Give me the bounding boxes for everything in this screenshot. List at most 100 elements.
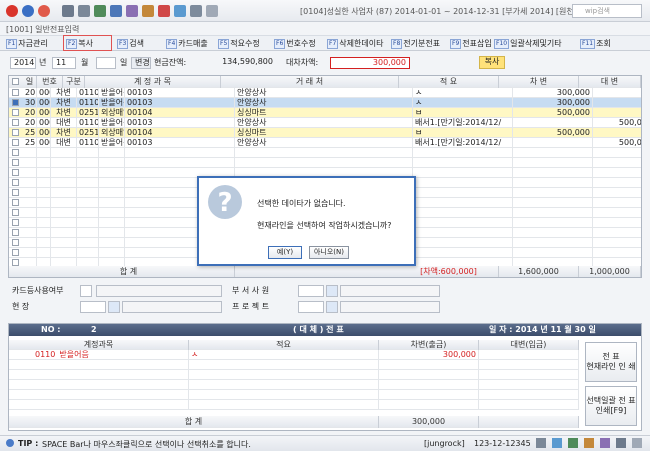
grid-cell-account[interactable]: 받을어음 (99, 88, 125, 98)
grid-cell-empty[interactable] (77, 198, 99, 208)
row-checkbox[interactable] (12, 209, 19, 216)
row-checkbox[interactable] (12, 259, 19, 266)
grid-cell-empty[interactable] (51, 248, 77, 258)
grid-cell-empty[interactable] (23, 238, 37, 248)
row-checkbox[interactable] (12, 199, 19, 206)
row-checkbox[interactable] (12, 149, 19, 156)
grid-cell-day[interactable]: 20 (23, 118, 37, 128)
close-form-icon[interactable] (38, 5, 50, 17)
grid-cell-empty[interactable] (593, 148, 641, 158)
grid-cell-empty[interactable] (51, 158, 77, 168)
grid-cell-empty[interactable] (23, 188, 37, 198)
grid-cell-empty[interactable] (37, 228, 51, 238)
memo-icon[interactable] (600, 438, 610, 448)
grid-cell-no[interactable]: 00001 (37, 118, 51, 128)
grid-cell-empty[interactable] (593, 198, 641, 208)
project-lookup-icon[interactable] (326, 301, 338, 313)
grid-cell-empty[interactable] (593, 208, 641, 218)
grid-cell-empty[interactable] (77, 248, 99, 258)
settings-icon[interactable] (190, 5, 202, 17)
grid-cell-empty[interactable] (77, 158, 99, 168)
grid-cell-empty[interactable] (593, 248, 641, 258)
grid-cell-empty[interactable] (37, 198, 51, 208)
grid-cell-empty[interactable] (37, 188, 51, 198)
table-row[interactable] (9, 158, 641, 168)
grid-cell-empty[interactable] (513, 178, 593, 188)
grid-cell-empty[interactable] (51, 198, 77, 208)
grid-cell-empty[interactable] (235, 158, 413, 168)
grid-cell-vendor[interactable]: 싱싱마트 (235, 108, 413, 118)
grid-cell-day[interactable]: 25 (23, 138, 37, 148)
grid-cell-credit[interactable]: 500,000 (593, 118, 641, 128)
grid-cell-credit[interactable] (593, 128, 641, 138)
grid-cell-empty[interactable] (513, 198, 593, 208)
grid-cell-empty[interactable] (23, 198, 37, 208)
row-checkbox[interactable] (12, 129, 19, 136)
grid-cell-empty[interactable] (413, 148, 513, 158)
grid-cell-empty[interactable] (513, 248, 593, 258)
toolbar-button-9[interactable]: F9 전표삽입 (450, 37, 492, 50)
grid-cell-code[interactable]: 0110 (77, 138, 99, 148)
grid-cell-no[interactable]: 00001 (37, 138, 51, 148)
grid-cell-empty[interactable] (51, 218, 77, 228)
grid-cell-empty[interactable] (23, 178, 37, 188)
grid-cell-vendor[interactable]: 싱싱마트 (235, 128, 413, 138)
grid-cell-empty[interactable] (413, 198, 513, 208)
grid-cell-empty[interactable] (513, 168, 593, 178)
grid-cell-empty[interactable] (593, 168, 641, 178)
grid-cell-type[interactable]: 차변 (51, 98, 77, 108)
grid-cell-empty[interactable] (413, 168, 513, 178)
grid-cell-account[interactable]: 받을어음 (99, 118, 125, 128)
card-usage-select[interactable] (96, 285, 222, 297)
grid-cell-debit[interactable]: 300,000 (513, 88, 593, 98)
grid-cell-code[interactable]: 0110 (77, 98, 99, 108)
grid-cell-no[interactable]: 00001 (37, 128, 51, 138)
grid-cell-empty[interactable] (235, 148, 413, 158)
grid-cell-debit[interactable] (513, 138, 593, 148)
row-checkbox[interactable] (12, 239, 19, 246)
grid-cell-empty[interactable] (23, 148, 37, 158)
grid-cell-vcode[interactable]: 00103 (125, 88, 235, 98)
toolbar-button-6[interactable]: F6 번호수정 (274, 37, 316, 50)
grid-cell-empty[interactable] (413, 178, 513, 188)
grid-cell-empty[interactable] (125, 148, 235, 158)
toolbar-button-10[interactable]: F10 일괄삭제및기타 (494, 37, 562, 50)
grid-cell-credit[interactable] (593, 108, 641, 118)
grid-cell-credit[interactable] (593, 98, 641, 108)
grid-cell-type[interactable]: 차변 (51, 108, 77, 118)
row-checkbox[interactable] (12, 109, 19, 116)
table-row[interactable]: 2000001대변0110받을어음00103안양상사배서1.[만기일:2014/… (9, 118, 641, 128)
grid-cell-empty[interactable] (77, 228, 99, 238)
grid-cell-empty[interactable] (77, 238, 99, 248)
row-checkbox[interactable] (12, 159, 19, 166)
grid-cell-empty[interactable] (413, 188, 513, 198)
settings-gear-icon[interactable] (632, 438, 642, 448)
grid-cell-empty[interactable] (413, 208, 513, 218)
row-checkbox[interactable] (12, 219, 19, 226)
table-row[interactable]: 2000002차변0110받을어음00103안양상사ㅅ300,000 (9, 88, 641, 98)
grid-cell-empty[interactable] (51, 228, 77, 238)
grid-cell-account[interactable]: 외상매입금 (99, 108, 125, 118)
grid-cell-empty[interactable] (77, 168, 99, 178)
grid-cell-debit[interactable]: 300,000 (513, 98, 593, 108)
grid-cell-empty[interactable] (37, 168, 51, 178)
grid-cell-empty[interactable] (99, 238, 125, 248)
grid-cell-empty[interactable] (77, 208, 99, 218)
grid-cell-empty[interactable] (37, 158, 51, 168)
grid-cell-empty[interactable] (99, 188, 125, 198)
code-icon[interactable] (142, 5, 154, 17)
grid-cell-empty[interactable] (513, 238, 593, 248)
table-row[interactable]: 2500001차변0251외상매입금00104싱싱마트ㅂ500,000 (9, 128, 641, 138)
grid-cell-empty[interactable] (99, 178, 125, 188)
grid-cell-type[interactable]: 대변 (51, 138, 77, 148)
grid-cell-empty[interactable] (51, 238, 77, 248)
row-checkbox[interactable] (12, 119, 19, 126)
grid-cell-day[interactable]: 20 (23, 108, 37, 118)
grid-cell-empty[interactable] (77, 148, 99, 158)
grid-cell-no[interactable]: 00001 (37, 108, 51, 118)
grid-cell-vcode[interactable]: 00104 (125, 128, 235, 138)
grid-cell-empty[interactable] (37, 218, 51, 228)
site-input[interactable] (80, 301, 106, 313)
grid-cell-credit[interactable] (593, 88, 641, 98)
grid-cell-code[interactable]: 0251 (77, 108, 99, 118)
